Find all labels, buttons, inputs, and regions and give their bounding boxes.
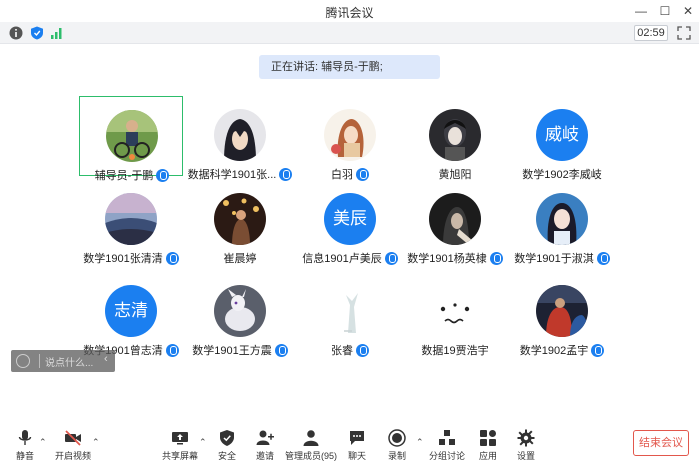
avatar [429, 285, 481, 337]
participant-tile[interactable]: 张睿 [298, 272, 402, 357]
settings-button[interactable]: 设置 [515, 427, 537, 463]
mic-muted-icon [591, 344, 605, 357]
avatar [429, 193, 481, 245]
signal-icon[interactable] [50, 26, 64, 40]
title-bar: 腾讯会议 — ☐ ✕ [0, 0, 699, 22]
participant-tile[interactable]: 崔晨婷 [188, 180, 292, 265]
shield-icon [220, 430, 234, 446]
participant-tile[interactable]: 数学1901王方震 [188, 272, 292, 357]
maximize-icon[interactable]: ☐ [655, 2, 675, 20]
participant-tile[interactable]: 数学1901张清清 [79, 180, 183, 265]
add-user-icon [256, 430, 274, 445]
share-options-chevron-icon[interactable]: ⌃ [199, 437, 207, 448]
video-off-icon [65, 430, 81, 446]
participant-tile[interactable]: 黄旭阳 [403, 96, 507, 181]
manage-members-button[interactable]: 管理成员(95) [285, 427, 337, 463]
mute-button[interactable]: 静音 [14, 427, 36, 463]
end-meeting-button[interactable]: 结束会议 [633, 430, 689, 456]
avatar [214, 285, 266, 337]
invite-button[interactable]: 邀请 [254, 427, 276, 463]
avatar [536, 193, 588, 245]
start-video-button[interactable]: 开启视频 [55, 427, 91, 463]
window-title: 腾讯会议 [325, 6, 374, 20]
chat-input-overlay[interactable]: 说点什么... ‹ [11, 350, 115, 372]
participant-tile[interactable]: 志清 数学1901曾志清 [79, 272, 183, 357]
minimize-icon[interactable]: — [631, 2, 651, 20]
fullscreen-icon[interactable] [677, 26, 691, 40]
video-options-chevron-icon[interactable]: ⌃ [92, 437, 100, 448]
meeting-timer: 02:59 [634, 25, 668, 41]
participant-tile[interactable]: 数据19贾浩宇 [403, 272, 507, 357]
mic-muted-icon [356, 344, 369, 357]
participant-tile[interactable]: 辅导员-于鹏 [79, 96, 183, 182]
info-icon[interactable] [9, 26, 23, 40]
avatar [324, 109, 376, 161]
avatar [429, 109, 481, 161]
apps-icon [480, 430, 496, 446]
close-icon[interactable]: ✕ [678, 2, 698, 20]
status-bar: 02:59 [0, 22, 699, 44]
participant-tile[interactable]: 数学1901于淑淇 [510, 180, 614, 265]
breakout-rooms-icon [439, 430, 455, 445]
participant-tile[interactable]: 数学1901杨英棣 [403, 180, 507, 265]
participant-tile[interactable]: 数据科学1901张... [188, 96, 293, 181]
avatar: 志清 [105, 285, 157, 337]
share-screen-button[interactable]: 共享屏幕 [162, 427, 198, 463]
participant-tile[interactable]: 威岐 数学1902李威岐 [510, 96, 614, 181]
avatar [324, 285, 376, 337]
microphone-icon [18, 430, 32, 445]
chat-icon [350, 431, 364, 445]
participant-tile[interactable]: 数学1902孟宇 [510, 272, 614, 357]
record-icon [388, 429, 406, 447]
avatar [214, 109, 266, 161]
avatar [105, 193, 157, 245]
chat-input[interactable]: 说点什么... [45, 354, 93, 369]
speaking-indicator: 正在讲话: 辅导员-于鹏; [259, 55, 440, 79]
mute-options-chevron-icon[interactable]: ⌃ [39, 437, 47, 448]
avatar [106, 110, 158, 162]
breakout-rooms-button[interactable]: 分组讨论 [429, 427, 465, 463]
avatar: 威岐 [536, 109, 588, 161]
participant-name: 数学1902孟宇 [496, 342, 628, 358]
mic-muted-icon [596, 252, 610, 265]
gear-icon [517, 429, 535, 447]
participant-name: 数学1901于淑淇 [496, 250, 628, 266]
share-screen-icon [172, 432, 188, 445]
chat-button[interactable]: 聊天 [346, 427, 368, 463]
collapse-icon[interactable]: ‹ [104, 353, 108, 365]
shield-icon[interactable] [30, 26, 44, 40]
members-icon [303, 430, 319, 446]
participant-tile[interactable]: 美辰 信息1901卢美辰 [298, 180, 402, 265]
emoji-icon[interactable] [16, 354, 30, 368]
avatar [214, 193, 266, 245]
divider [39, 354, 40, 368]
record-button[interactable]: 录制 [386, 427, 408, 463]
bottom-toolbar: 静音 ⌃ 开启视频 ⌃ 共享屏幕 ⌃ 安全 邀请 管理成员(95) 聊天 录制 … [0, 423, 699, 464]
participant-tile[interactable]: 白羽 [298, 96, 402, 181]
record-options-chevron-icon[interactable]: ⌃ [416, 437, 424, 448]
avatar: 美辰 [324, 193, 376, 245]
avatar [536, 285, 588, 337]
